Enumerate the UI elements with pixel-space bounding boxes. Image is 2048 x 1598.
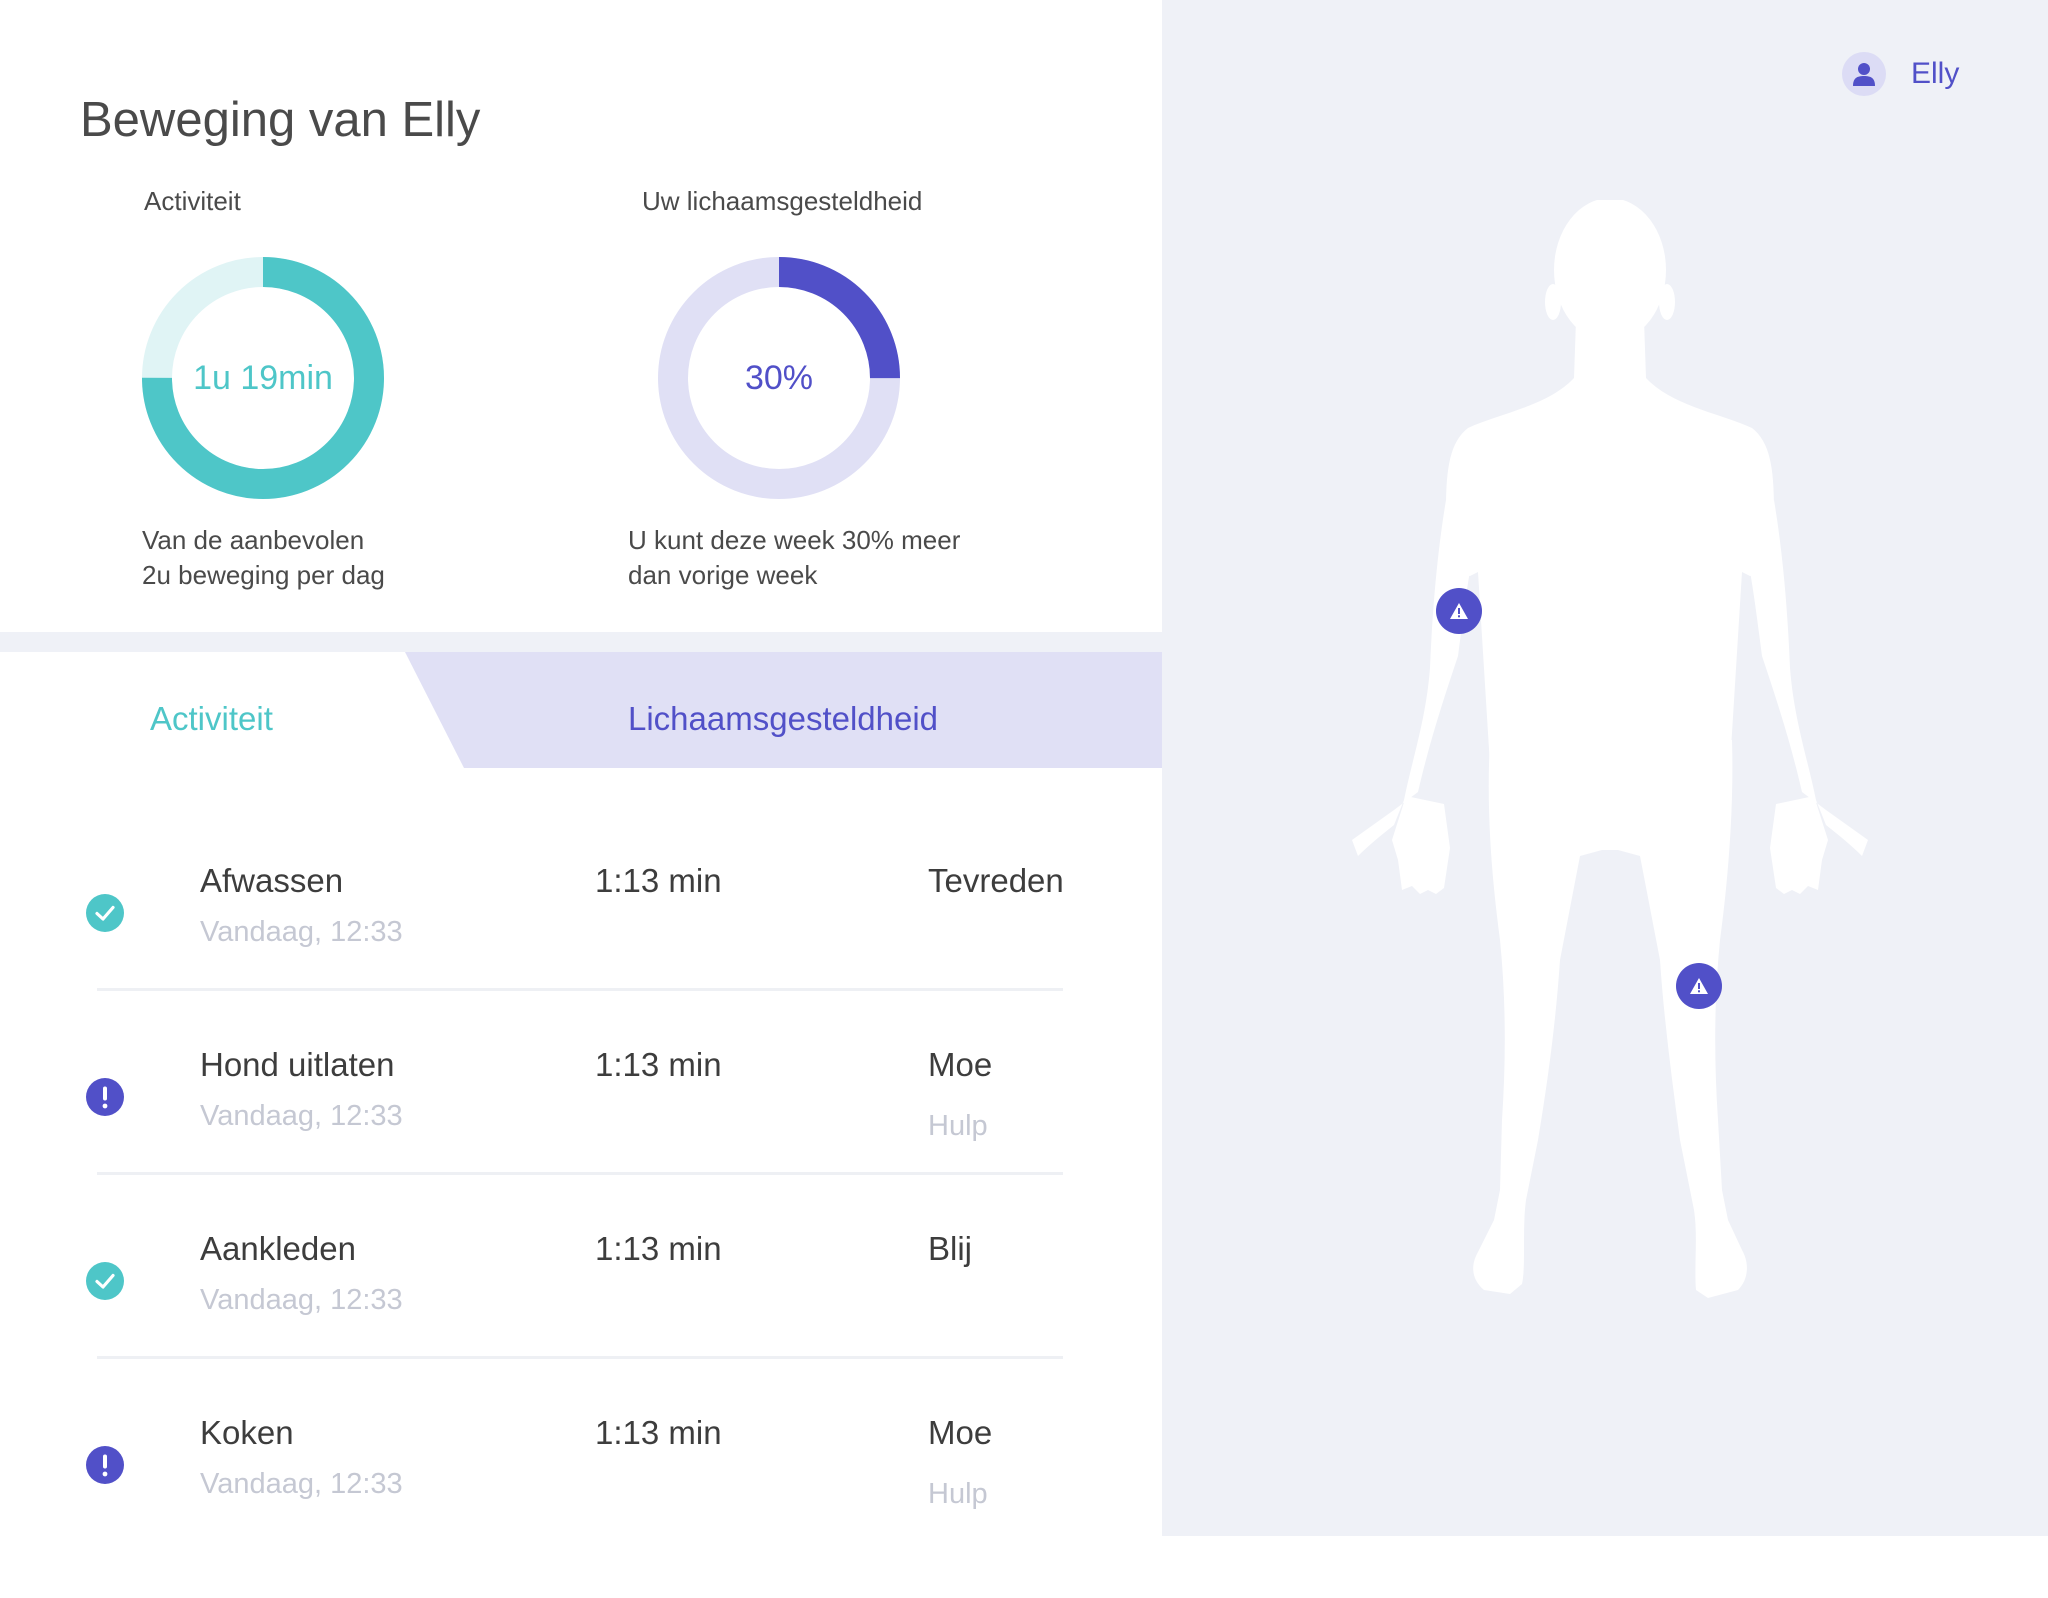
warning-icon [1450, 603, 1468, 619]
user-name: Elly [1911, 57, 1960, 90]
activity-mood: Tevreden [928, 862, 1064, 899]
help-link[interactable]: Hulp [928, 1110, 988, 1143]
exclamation-icon [86, 1446, 124, 1484]
check-icon [86, 894, 124, 932]
activity-duration: 1:13 min [595, 1414, 722, 1451]
activity-name: Afwassen [200, 862, 344, 899]
condition-donut: 30% [652, 251, 906, 505]
activity-time: Vandaag, 12:33 [200, 1100, 403, 1132]
activity-duration: 1:13 min [595, 862, 722, 899]
activity-mood: Moe [928, 1414, 993, 1451]
activity-duration: 1:13 min [595, 1230, 722, 1267]
row-divider [97, 988, 1063, 991]
warning-icon [1690, 978, 1708, 994]
exclamation-icon [86, 1078, 124, 1116]
condition-description-line1: U kunt deze week 30% meer [628, 525, 961, 555]
body-silhouette [1352, 200, 1868, 1298]
user-profile-button[interactable]: Elly [1842, 52, 1959, 96]
activity-time: Vandaag, 12:33 [200, 1468, 403, 1500]
activity-row[interactable]: Afwassen Vandaag, 12:33 1:13 min Tevrede… [0, 862, 1162, 1046]
row-divider [97, 1172, 1063, 1175]
arm-warning-marker[interactable] [1436, 588, 1482, 634]
condition-value: 30% [744, 358, 814, 397]
activity-time: Vandaag, 12:33 [200, 1284, 403, 1316]
activity-value: 1u 19min [193, 358, 333, 397]
activity-description-line2: 2u beweging per dag [142, 560, 385, 590]
activity-mood: Blij [928, 1230, 973, 1267]
activity-donut: 1u 19min [136, 251, 390, 505]
activity-description-line1: Van de aanbevolen [142, 525, 365, 555]
activity-card-label: Activiteit [144, 186, 241, 216]
activity-duration: 1:13 min [595, 1046, 722, 1083]
help-link[interactable]: Hulp [928, 1478, 988, 1511]
condition-card-label: Uw lichaamsgesteldheid [642, 186, 923, 216]
activity-mood: Moe [928, 1046, 993, 1083]
knee-warning-marker[interactable] [1676, 963, 1722, 1009]
condition-description-line2: dan vorige week [628, 560, 818, 590]
activity-row[interactable]: Hond uitlaten Vandaag, 12:33 1:13 min Mo… [0, 1046, 1162, 1230]
section-divider [0, 632, 1162, 652]
activity-name: Aankleden [200, 1230, 356, 1267]
tab-activiteit[interactable]: Activiteit [150, 700, 273, 738]
left-panel: Beweging van Elly Activiteit 1u 19min Va… [0, 0, 1164, 1536]
activity-time: Vandaag, 12:33 [200, 916, 403, 948]
activity-name: Koken [200, 1414, 294, 1451]
activity-name: Hond uitlaten [200, 1046, 395, 1083]
row-divider [97, 1356, 1063, 1359]
user-icon [1842, 52, 1886, 96]
condition-description: U kunt deze week 30% meer dan vorige wee… [628, 523, 960, 593]
activity-description: Van de aanbevolen 2u beweging per dag [142, 523, 385, 593]
activity-row[interactable]: Aankleden Vandaag, 12:33 1:13 min Blij [0, 1230, 1162, 1414]
page-title: Beweging van Elly [80, 93, 481, 147]
check-icon [86, 1262, 124, 1300]
activity-row[interactable]: Koken Vandaag, 12:33 1:13 min Moe Hulp [0, 1414, 1162, 1598]
tab-lichaamsgesteldheid[interactable]: Lichaamsgesteldheid [628, 700, 938, 738]
